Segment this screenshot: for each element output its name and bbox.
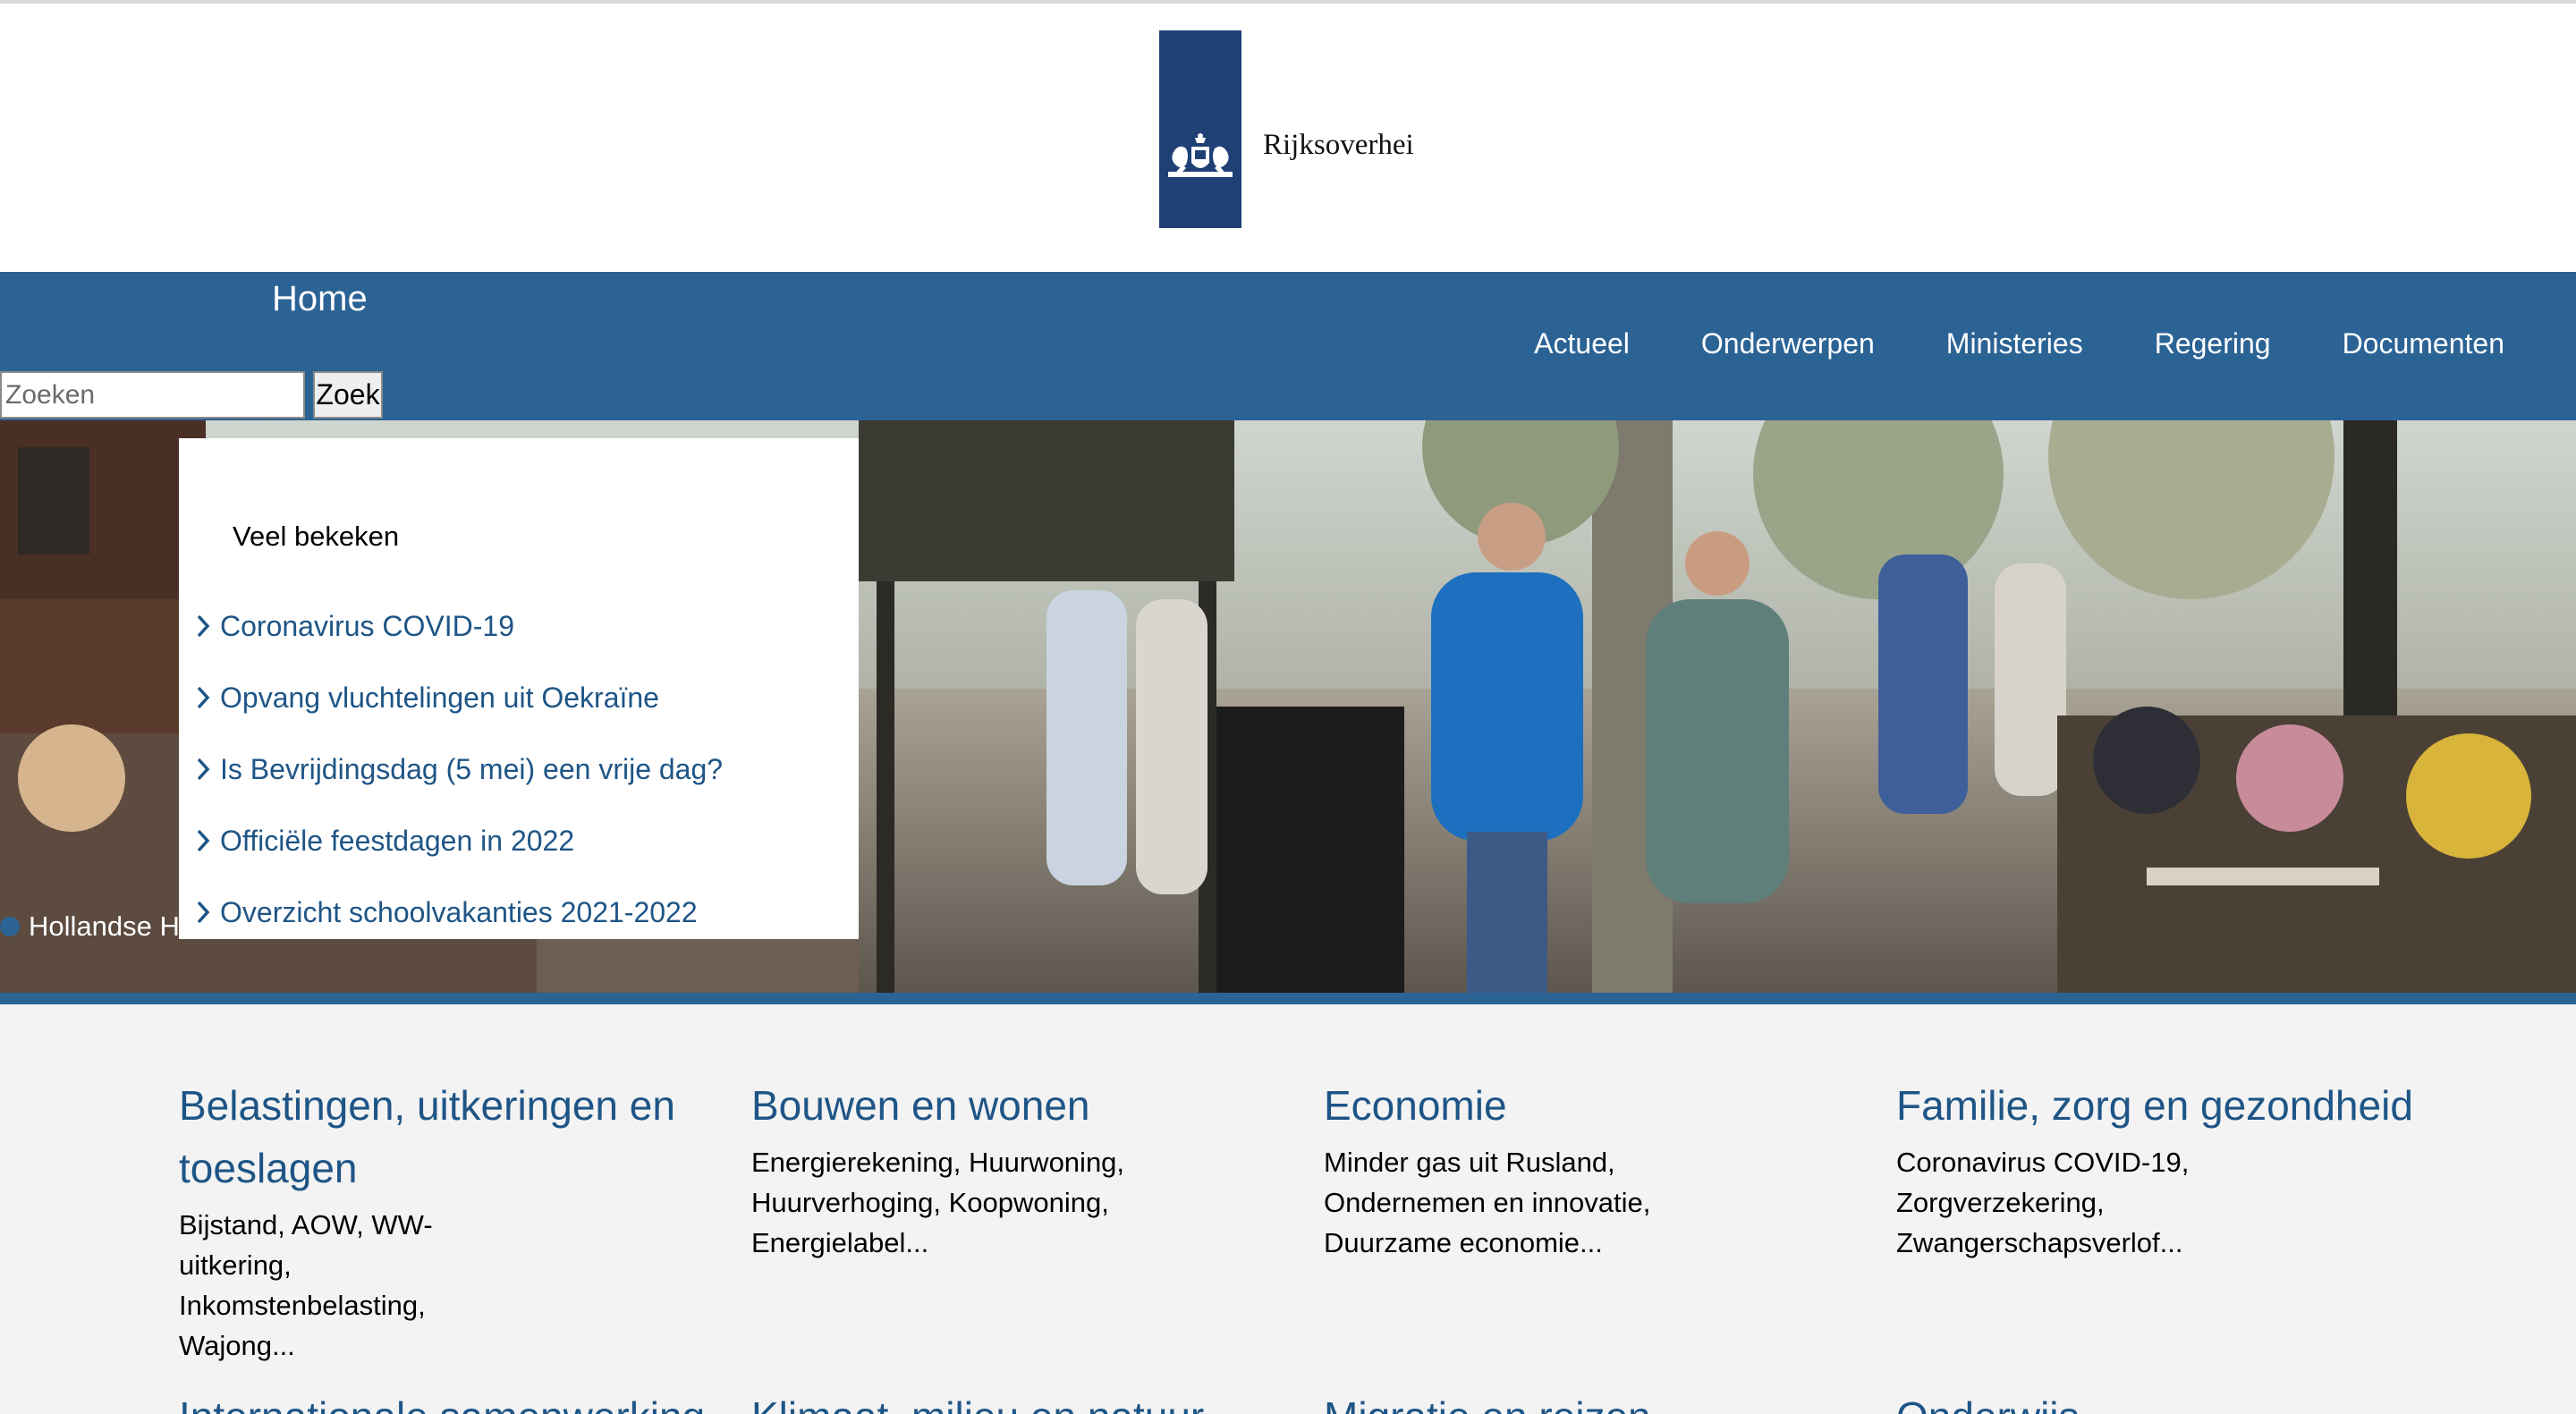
search-button[interactable]: Zoek <box>313 371 383 419</box>
chevron-right-icon <box>197 758 210 781</box>
popular-panel: Veel bekeken Coronavirus COVID-19 Opvang… <box>179 438 859 939</box>
topic-card: Klimaat, milieu en natuur <box>751 1385 1288 1414</box>
topic-title[interactable]: Economie <box>1324 1074 1807 1137</box>
topic-title[interactable]: Bouwen en wonen <box>751 1074 1234 1137</box>
topic-card: Familie, zorg en gezondheid Coronavirus … <box>1896 1074 2487 1263</box>
main-navigation: Home Actueel Onderwerpen Ministeries Reg… <box>0 272 2576 420</box>
popular-panel-title: Veel bekeken <box>233 521 400 552</box>
hero-caption: Hollandse H <box>0 910 180 943</box>
popular-link[interactable]: Opvang vluchtelingen uit Oekraïne <box>220 682 659 715</box>
list-item: Is Bevrijdingsdag (5 mei) een vrije dag? <box>195 733 723 805</box>
topic-title[interactable]: Internationale samenwerking <box>179 1385 716 1414</box>
topic-title[interactable]: Onderwijs <box>1896 1385 2433 1414</box>
popular-link[interactable]: Is Bevrijdingsdag (5 mei) een vrije dag? <box>220 753 723 786</box>
topic-title[interactable]: Belastingen, uitkeringen en toeslagen <box>179 1074 698 1199</box>
list-item: Coronavirus COVID-19 <box>195 590 723 662</box>
topic-card: Internationale samenwerking <box>179 1385 716 1414</box>
site-header: Rijksoverhei <box>0 4 2576 272</box>
popular-link[interactable]: Officiële feestdagen in 2022 <box>220 825 574 858</box>
topic-description: Energierekening, Huurwoning, Huurverhogi… <box>751 1147 1125 1258</box>
topic-card: Bouwen en wonen Energierekening, Huurwon… <box>751 1074 1234 1263</box>
chevron-right-icon <box>197 614 210 638</box>
chevron-right-icon <box>197 686 210 709</box>
topic-card: Onderwijs <box>1896 1385 2433 1414</box>
popular-link[interactable]: Coronavirus COVID-19 <box>220 610 514 643</box>
nav-item-documenten[interactable]: Documenten <box>2307 327 2540 360</box>
nav-item-onderwerpen[interactable]: Onderwerpen <box>1665 327 1911 360</box>
list-item: Overzicht schoolvakanties 2021-2022 <box>195 876 723 948</box>
coat-of-arms-icon <box>1168 133 1233 177</box>
list-item: Officiële feestdagen in 2022 <box>195 805 723 876</box>
hero-bottom-rule <box>0 993 2576 1004</box>
topic-title[interactable]: Migratie en reizen <box>1324 1385 1860 1414</box>
nav-menu: Actueel Onderwerpen Ministeries Regering… <box>1498 327 2540 360</box>
logo-ribbon[interactable] <box>1159 30 1241 228</box>
topics-section: Belastingen, uitkeringen en toeslagen Bi… <box>0 1004 2576 1414</box>
topic-description: Minder gas uit Rusland, Ondernemen en in… <box>1324 1147 1651 1258</box>
nav-item-ministeries[interactable]: Ministeries <box>1911 327 2119 360</box>
topic-description: Coronavirus COVID-19, Zorgverzekering, Z… <box>1896 1147 2190 1258</box>
search-input[interactable] <box>0 371 305 419</box>
hero-caption-text: Hollandse H <box>29 910 180 942</box>
topic-card: Migratie en reizen <box>1324 1385 1860 1414</box>
topic-description: Bijstand, AOW, WW-uitkering, Inkomstenbe… <box>179 1209 433 1361</box>
popular-list: Coronavirus COVID-19 Opvang vluchtelinge… <box>195 590 723 948</box>
nav-item-actueel[interactable]: Actueel <box>1498 327 1665 360</box>
chevron-right-icon <box>197 829 210 852</box>
chevron-right-icon <box>197 901 210 924</box>
topic-card: Economie Minder gas uit Rusland, Onderne… <box>1324 1074 1807 1263</box>
topic-title[interactable]: Klimaat, milieu en natuur <box>751 1385 1288 1414</box>
topic-card: Belastingen, uitkeringen en toeslagen Bi… <box>179 1074 698 1366</box>
nav-item-regering[interactable]: Regering <box>2119 327 2307 360</box>
nav-home-link[interactable]: Home <box>272 279 368 319</box>
popular-link[interactable]: Overzicht schoolvakanties 2021-2022 <box>220 896 698 929</box>
list-item: Opvang vluchtelingen uit Oekraïne <box>195 662 723 733</box>
search-form: Zoek <box>0 371 383 419</box>
logo-wordmark[interactable]: Rijksoverhei <box>1263 129 1414 162</box>
topic-title[interactable]: Familie, zorg en gezondheid <box>1896 1074 2487 1137</box>
info-dot-icon[interactable] <box>0 917 20 936</box>
